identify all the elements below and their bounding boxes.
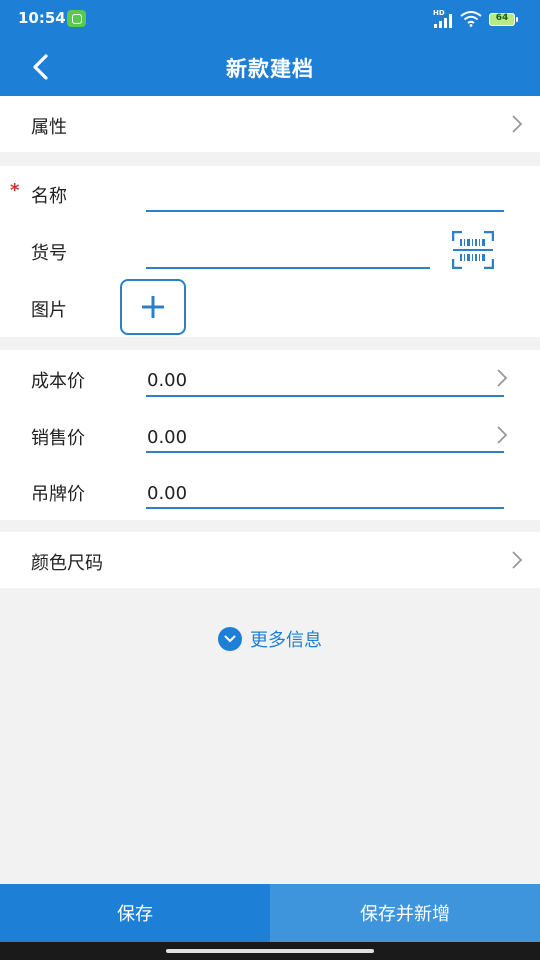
home-indicator[interactable] [166, 949, 374, 953]
name-label: 名称 [31, 186, 67, 207]
system-nav-bar [0, 942, 540, 960]
status-time: 10:54 [18, 9, 66, 27]
item-no-label: 货号 [31, 243, 67, 264]
cost-price-input[interactable]: 0.00 [147, 370, 187, 391]
save-button[interactable]: 保存 [0, 884, 270, 942]
cost-price-label: 成本价 [31, 371, 85, 392]
color-size-row[interactable]: 颜色尺码 [0, 532, 540, 588]
cost-price-underline [146, 395, 504, 397]
sale-price-underline [146, 451, 504, 453]
required-mark: * [10, 180, 20, 201]
battery-icon: 64 [489, 13, 518, 26]
tag-price-label: 吊牌价 [31, 484, 85, 505]
app-header: 新款建档 [0, 38, 540, 96]
sale-price-input[interactable]: 0.00 [147, 427, 187, 448]
plus-icon [142, 296, 164, 318]
color-size-label: 颜色尺码 [31, 553, 103, 574]
chevron-right-icon [512, 115, 523, 133]
more-info-label: 更多信息 [250, 630, 322, 651]
app-badge-icon [67, 10, 86, 27]
chevron-right-icon[interactable] [495, 368, 509, 388]
attributes-label: 属性 [31, 117, 67, 138]
chevron-down-icon [218, 627, 242, 651]
status-bar: 10:54 HD 64 [0, 0, 540, 38]
barcode-scan-icon[interactable] [452, 231, 494, 269]
chevron-right-icon[interactable] [495, 425, 509, 445]
item-no-input-underline [146, 267, 430, 269]
image-label: 图片 [31, 300, 67, 321]
battery-level: 64 [495, 13, 509, 23]
more-info-toggle[interactable]: 更多信息 [0, 626, 540, 654]
attributes-row[interactable]: 属性 [0, 96, 540, 152]
wifi-icon [460, 11, 482, 27]
basic-info-section: * 名称 货号 图片 [0, 166, 540, 337]
bottom-action-bar: 保存 保存并新增 [0, 884, 540, 942]
add-image-button[interactable] [120, 279, 186, 335]
page-title: 新款建档 [226, 57, 314, 81]
sale-price-label: 销售价 [31, 428, 85, 449]
chevron-right-icon [512, 551, 523, 569]
save-and-new-button[interactable]: 保存并新增 [270, 884, 540, 942]
tag-price-input[interactable]: 0.00 [147, 483, 187, 504]
price-section: 成本价 0.00 销售价 0.00 吊牌价 0.00 [0, 350, 540, 520]
tag-price-underline [146, 507, 504, 509]
signal-icon [434, 14, 452, 28]
name-input-underline [146, 210, 504, 212]
